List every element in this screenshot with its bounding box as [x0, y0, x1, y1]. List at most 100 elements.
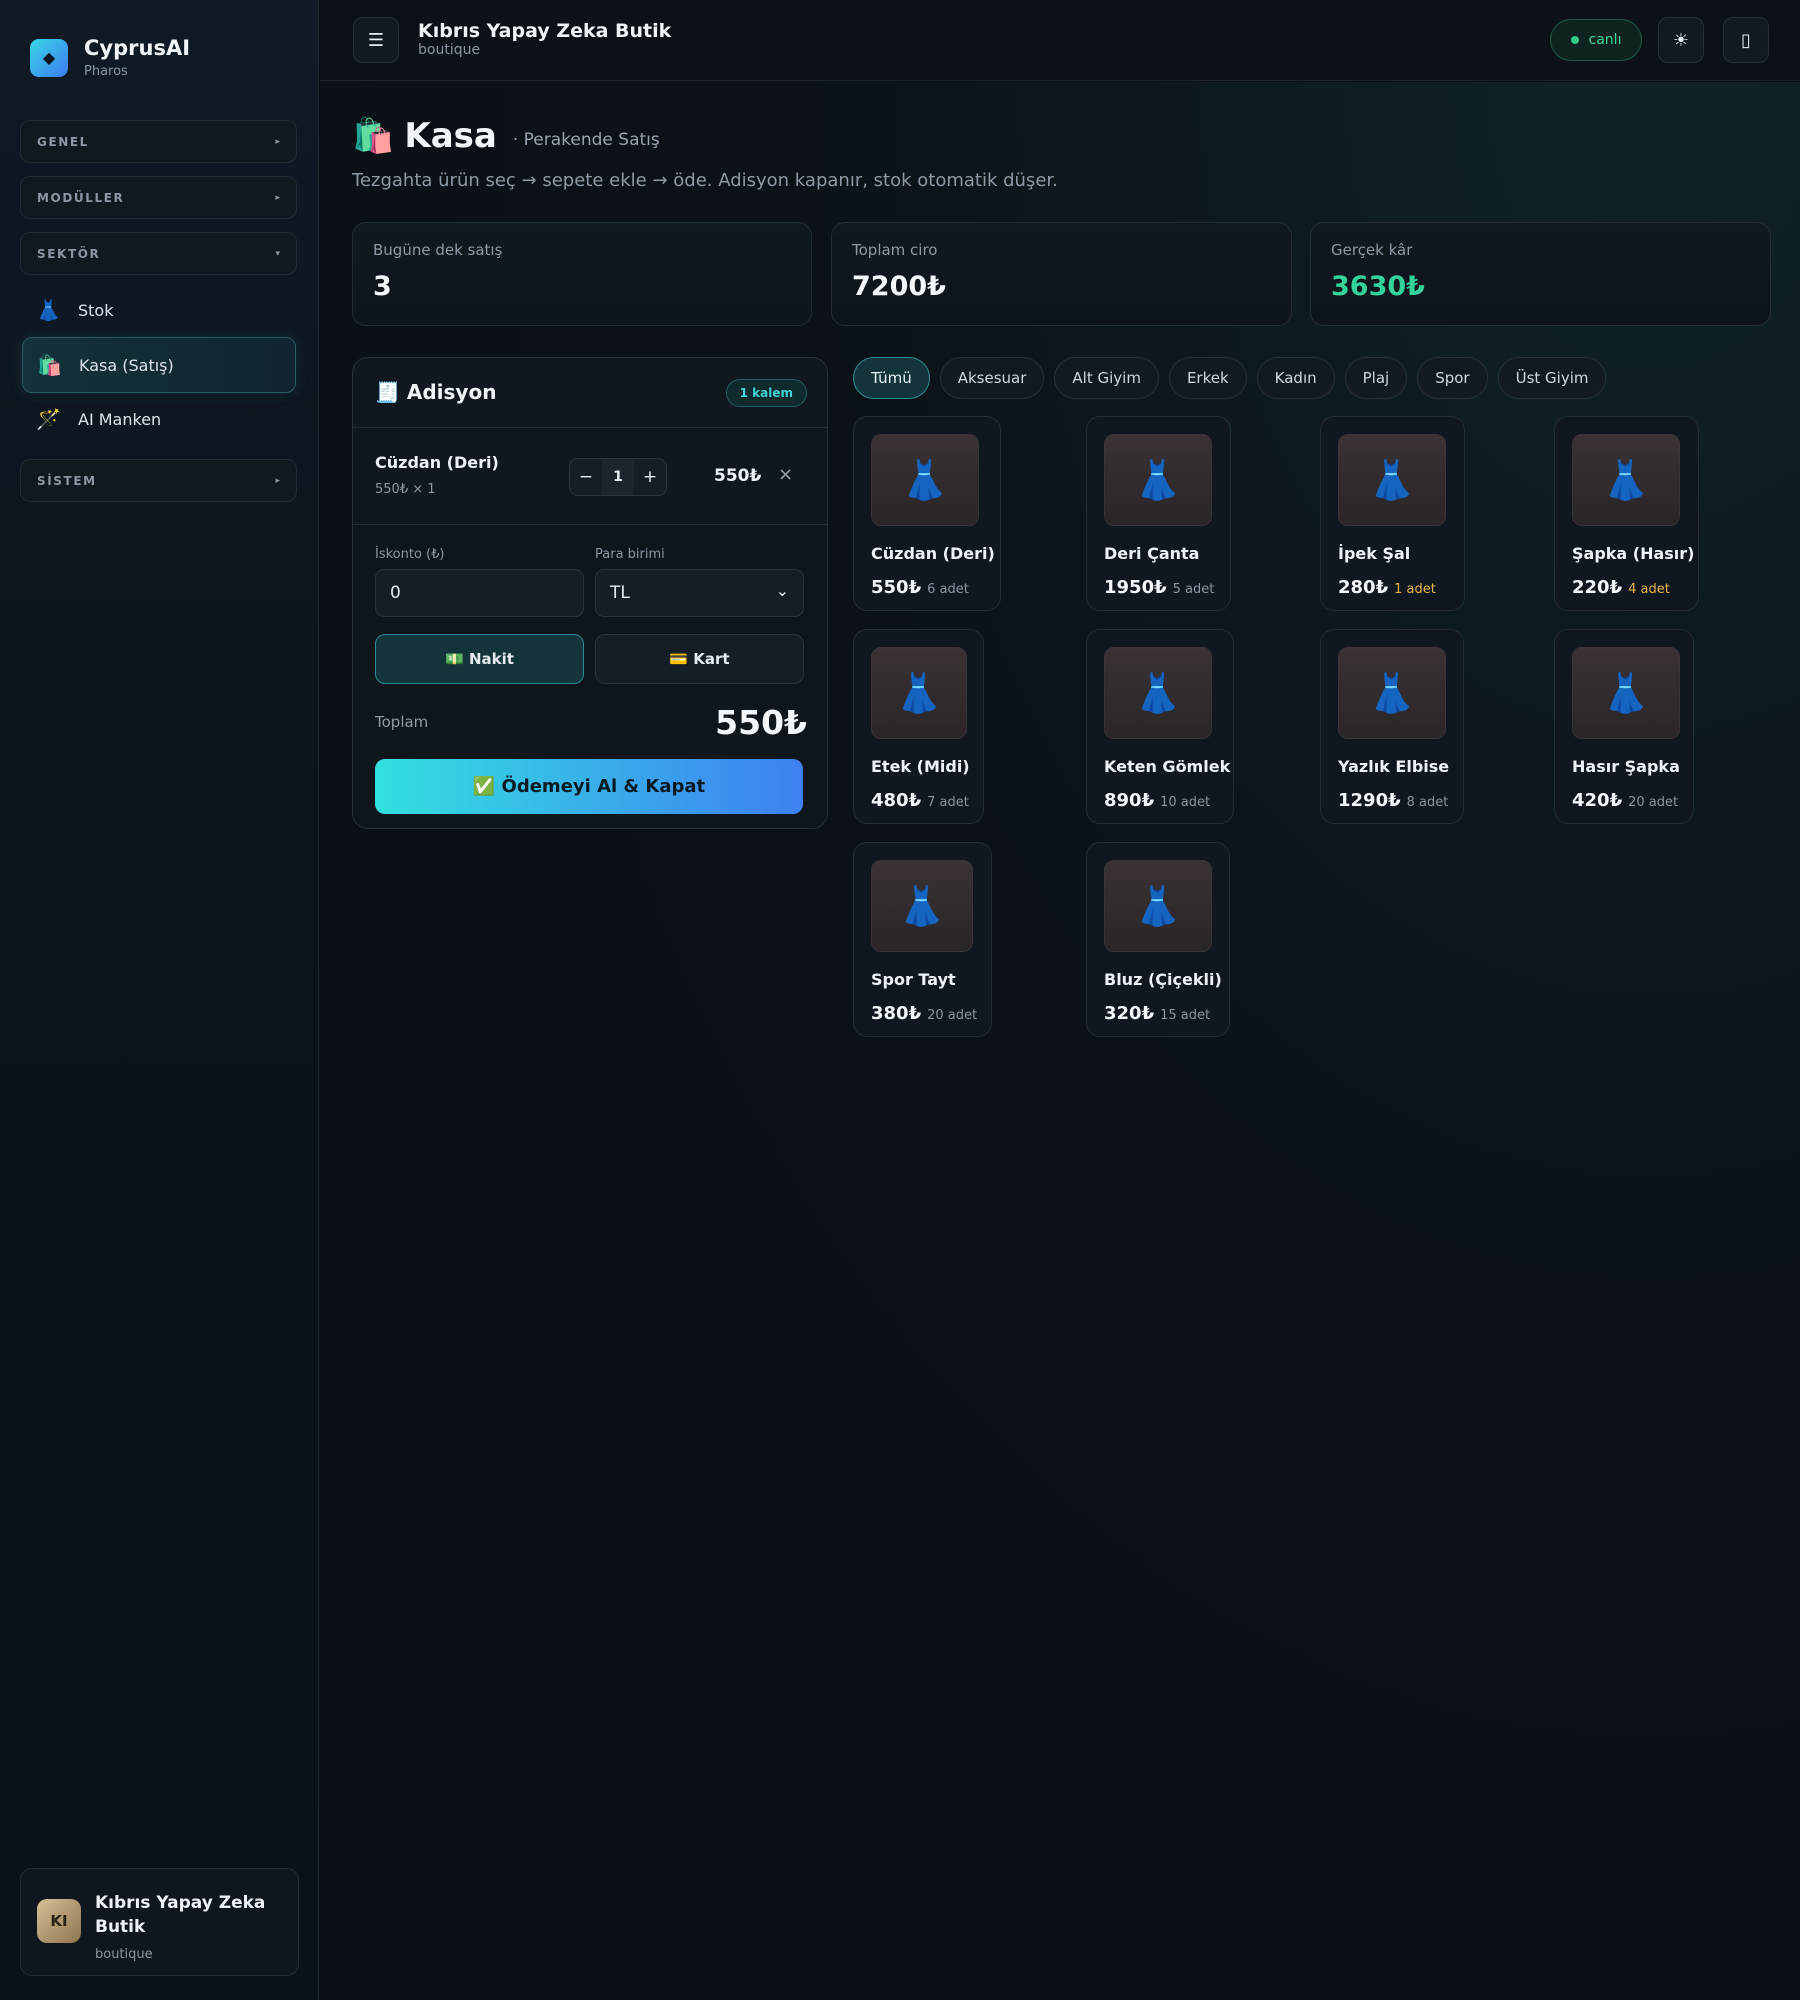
stat-value: 3630₺: [1331, 271, 1425, 302]
product-price: 280₺: [1338, 577, 1389, 598]
quantity-stepper: − 1 +: [569, 458, 667, 496]
sidebar-item-label: Stok: [78, 300, 114, 320]
line-item-sub: 550₺ × 1: [375, 482, 436, 497]
discount-value: 0: [390, 583, 401, 603]
dress-icon: 👗: [871, 860, 973, 952]
device-button[interactable]: ▯: [1723, 17, 1769, 63]
product-card[interactable]: 👗 Bluz (Çiçekli) 320₺ 15 adet: [1086, 842, 1230, 1037]
product-card[interactable]: 👗 Keten Gömlek 890₺ 10 adet: [1086, 629, 1234, 824]
adisyon-title: 🧾 Adisyon: [375, 380, 497, 404]
sidebar: ◆ CyprusAI Pharos GENEL ▸ MODÜLLER ▸ SEK…: [0, 0, 319, 2000]
stat-value: 3: [373, 271, 392, 302]
checkout-button[interactable]: ✅ Ödemeyi Al & Kapat: [375, 759, 803, 814]
product-name: İpek Şal: [1338, 544, 1411, 563]
nav-group-moduller[interactable]: MODÜLLER ▸: [20, 176, 297, 219]
topbar: ☰ Kıbrıs Yapay Zeka Butik boutique canlı…: [320, 0, 1800, 81]
total-value: 550₺: [715, 703, 807, 742]
product-price: 550₺: [871, 577, 922, 598]
product-card[interactable]: 👗 İpek Şal 280₺ 1 adet: [1320, 416, 1465, 611]
nav-group-sistem[interactable]: SİSTEM ▸: [20, 459, 297, 502]
nav-group-label: GENEL: [37, 134, 89, 149]
dress-icon: 👗: [36, 298, 61, 322]
dress-icon: 👗: [1572, 434, 1680, 526]
user-card[interactable]: KI Kıbrıs Yapay Zeka Butik boutique: [20, 1868, 299, 1976]
dress-icon: 👗: [1572, 647, 1680, 739]
cart-line-item: Cüzdan (Deri) 550₺ × 1 − 1 + 550₺ ×: [353, 428, 827, 525]
product-name: Yazlık Elbise: [1338, 757, 1450, 776]
chevron-right-icon: ▸: [275, 475, 280, 486]
stat-value: 7200₺: [852, 271, 946, 302]
filter-tab-spor[interactable]: Spor: [1417, 357, 1488, 399]
user-sub: boutique: [95, 1947, 153, 1962]
remove-item-button[interactable]: ×: [778, 464, 793, 485]
product-price: 890₺: [1104, 790, 1155, 811]
product-card[interactable]: 👗 Cüzdan (Deri) 550₺ 6 adet: [853, 416, 1001, 611]
shopping-bags-icon: 🛍️: [37, 353, 62, 377]
filter-tab-ust-giyim[interactable]: Üst Giyim: [1497, 357, 1607, 399]
nav-group-label: MODÜLLER: [37, 190, 125, 205]
product-card[interactable]: 👗 Şapka (Hasır) 220₺ 4 adet: [1554, 416, 1699, 611]
brand-logo-icon: ◆: [30, 38, 68, 77]
sidebar-item-kasa[interactable]: 🛍️ Kasa (Satış): [22, 337, 296, 393]
adisyon-panel: 🧾 Adisyon 1 kalem Cüzdan (Deri) 550₺ × 1…: [352, 357, 828, 829]
category-filters: Tümü Aksesuar Alt Giyim Erkek Kadın Plaj…: [853, 357, 1607, 399]
device-icon: ▯: [1741, 29, 1751, 51]
product-price: 1290₺: [1338, 790, 1401, 811]
cash-button[interactable]: 💵 Nakit: [375, 634, 584, 684]
filter-tab-alt-giyim[interactable]: Alt Giyim: [1054, 357, 1159, 399]
brand-name: CyprusAI: [84, 36, 191, 60]
filter-tab-kadin[interactable]: Kadın: [1256, 357, 1335, 399]
discount-input[interactable]: 0: [375, 569, 584, 617]
brand[interactable]: ◆ CyprusAI Pharos: [30, 36, 190, 79]
nav-group-sektor[interactable]: SEKTÖR ▾: [20, 232, 297, 275]
line-item-price: 550₺: [714, 466, 762, 486]
product-card[interactable]: 👗 Yazlık Elbise 1290₺ 8 adet: [1320, 629, 1464, 824]
decrease-button[interactable]: −: [570, 467, 602, 487]
product-stock-low: 4 adet: [1628, 582, 1670, 597]
stat-label: Bugüne dek satış: [373, 241, 503, 259]
nav-group-genel[interactable]: GENEL ▸: [20, 120, 297, 163]
filter-tab-plaj[interactable]: Plaj: [1344, 357, 1408, 399]
product-name: Cüzdan (Deri): [871, 544, 995, 563]
increase-button[interactable]: +: [634, 467, 666, 487]
product-card[interactable]: 👗 Spor Tayt 380₺ 20 adet: [853, 842, 992, 1037]
product-card[interactable]: 👗 Deri Çanta 1950₺ 5 adet: [1086, 416, 1231, 611]
sidebar-item-label: AI Manken: [78, 409, 162, 429]
currency-select[interactable]: TL ⌄: [595, 569, 804, 617]
stat-card-profit: Gerçek kâr 3630₺: [1310, 222, 1771, 326]
product-name: Deri Çanta: [1104, 544, 1200, 563]
theme-toggle-button[interactable]: ☀: [1658, 17, 1704, 63]
filter-tab-erkek[interactable]: Erkek: [1168, 357, 1247, 399]
menu-button[interactable]: ☰: [353, 17, 399, 63]
store-sub: boutique: [418, 42, 481, 58]
product-name: Etek (Midi): [871, 757, 970, 776]
product-price: 220₺: [1572, 577, 1623, 598]
product-stock: 8 adet: [1406, 795, 1449, 810]
product-card[interactable]: 👗 Hasır Şapka 420₺ 20 adet: [1554, 629, 1694, 824]
product-price: 480₺: [871, 790, 922, 811]
product-name: Spor Tayt: [871, 970, 956, 989]
sidebar-item-ai-manken[interactable]: 🪄 AI Manken: [22, 391, 296, 447]
filter-tab-tumu[interactable]: Tümü: [853, 357, 930, 399]
product-card[interactable]: 👗 Etek (Midi) 480₺ 7 adet: [853, 629, 984, 824]
page-title: Kasa: [404, 116, 497, 156]
quantity-value[interactable]: 1: [602, 459, 634, 495]
dress-icon: 👗: [871, 434, 979, 526]
total-label: Toplam: [375, 713, 429, 731]
chevron-down-icon: ▾: [275, 248, 280, 259]
product-stock: 20 adet: [927, 1008, 978, 1023]
dress-icon: 👗: [1104, 860, 1212, 952]
dress-icon: 👗: [1104, 434, 1212, 526]
nav-group-label: SEKTÖR: [37, 246, 101, 261]
product-name: Bluz (Çiçekli): [1104, 970, 1222, 989]
product-stock: 10 adet: [1160, 795, 1211, 810]
stat-label: Gerçek kâr: [1331, 241, 1413, 259]
hamburger-icon: ☰: [367, 29, 385, 51]
sidebar-item-stok[interactable]: 👗 Stok: [22, 282, 296, 338]
card-button[interactable]: 💳 Kart: [595, 634, 804, 684]
stat-label: Toplam ciro: [852, 241, 938, 259]
chevron-down-icon: ⌄: [775, 580, 789, 600]
item-count-badge: 1 kalem: [725, 379, 807, 407]
filter-tab-aksesuar[interactable]: Aksesuar: [939, 357, 1045, 399]
line-item-name: Cüzdan (Deri): [375, 453, 499, 472]
